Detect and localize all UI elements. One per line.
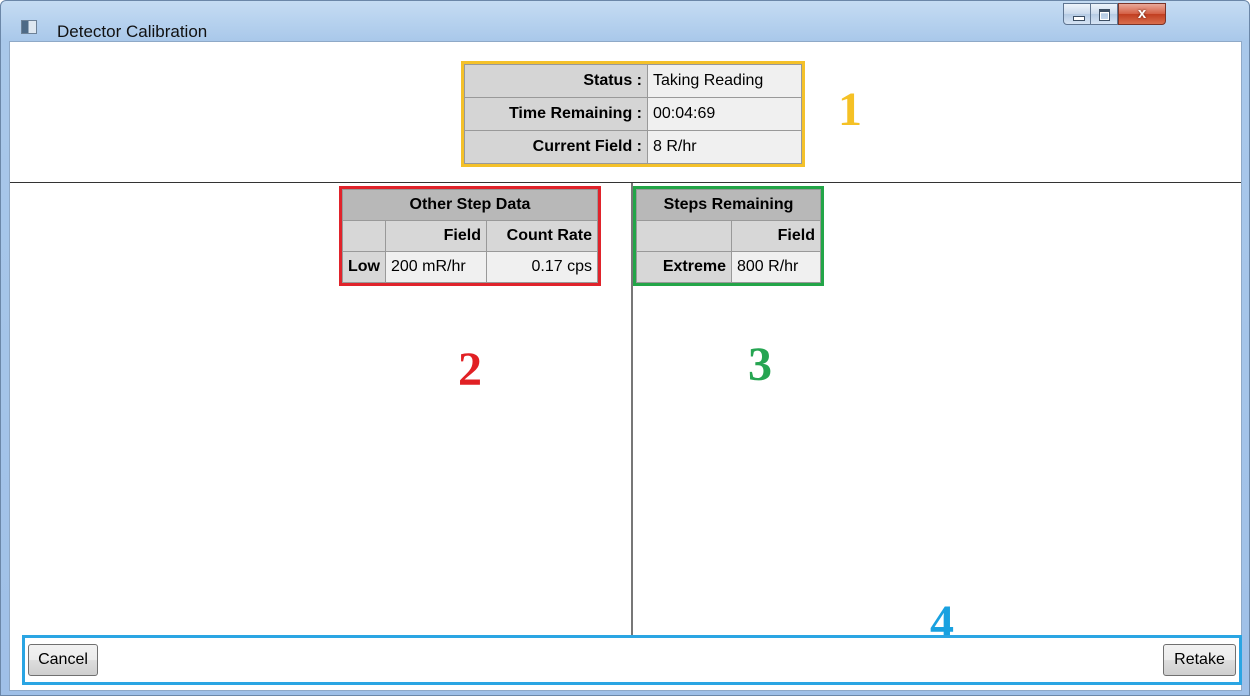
step-column-header (342, 220, 386, 252)
steps-remaining-title: Steps Remaining (636, 189, 821, 221)
table-row: Low 200 mR/hr 0.17 cps (342, 251, 598, 283)
table-row: Steps Remaining (636, 189, 821, 221)
table-row: Extreme 800 R/hr (636, 251, 821, 283)
retake-button[interactable]: Retake (1163, 644, 1236, 676)
table-row: Field Count Rate (342, 220, 598, 252)
close-button[interactable]: x (1118, 3, 1166, 25)
time-remaining-label: Time Remaining : (464, 97, 648, 131)
count-rate-column-header: Count Rate (486, 220, 598, 252)
table-row: Time Remaining : 00:04:69 (464, 97, 802, 131)
window-title: Detector Calibration (57, 22, 208, 41)
status-label: Status : (464, 64, 648, 98)
time-remaining-value: 00:04:69 (647, 97, 802, 131)
marker-1: 1 (838, 83, 862, 136)
step-column-header (636, 220, 732, 252)
minimize-button[interactable] (1063, 3, 1091, 25)
maximize-button[interactable] (1090, 3, 1118, 25)
step-field-value: 800 R/hr (731, 251, 821, 283)
step-field-value: 200 mR/hr (385, 251, 487, 283)
marker-3: 3 (748, 338, 772, 391)
field-column-header: Field (385, 220, 487, 252)
client-area: Status : Taking Reading Time Remaining :… (9, 41, 1242, 691)
other-step-data-panel: Other Step Data Field Count Rate Low 200… (339, 186, 601, 286)
table-row: Current Field : 8 R/hr (464, 130, 802, 164)
status-panel: Status : Taking Reading Time Remaining :… (461, 61, 805, 167)
status-value: Taking Reading (647, 64, 802, 98)
table-row: Field (636, 220, 821, 252)
horizontal-divider (10, 182, 1241, 183)
minimize-icon (1073, 16, 1085, 21)
steps-remaining-panel: Steps Remaining Field Extreme 800 R/hr (633, 186, 824, 286)
other-step-data-title: Other Step Data (342, 189, 598, 221)
detector-calibration-window: Detector Calibration x Status : Taking R… (0, 0, 1250, 696)
table-row: Other Step Data (342, 189, 598, 221)
button-bar: Cancel Retake (22, 635, 1242, 685)
app-icon (21, 20, 37, 34)
step-count-rate-value: 0.17 cps (486, 251, 598, 283)
step-name: Low (342, 251, 386, 283)
cancel-button[interactable]: Cancel (28, 644, 98, 676)
current-field-label: Current Field : (464, 130, 648, 164)
table-row: Status : Taking Reading (464, 64, 802, 98)
close-icon: x (1137, 5, 1147, 22)
current-field-value: 8 R/hr (647, 130, 802, 164)
field-column-header: Field (731, 220, 821, 252)
step-name: Extreme (636, 251, 732, 283)
title-bar[interactable]: Detector Calibration x (1, 1, 1249, 41)
maximize-icon (1099, 9, 1110, 21)
marker-2: 2 (458, 343, 482, 396)
